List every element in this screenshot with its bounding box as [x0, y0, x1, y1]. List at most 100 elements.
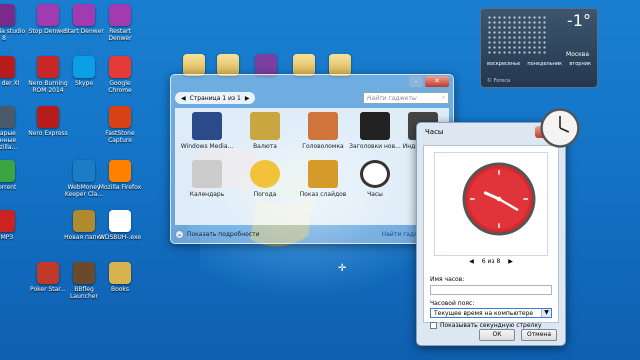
gadgets-footer: ⌄ Показать подробности Найти гаджеты в И…	[175, 227, 449, 241]
forecast-day: воскресенье	[487, 61, 521, 67]
red-clock-icon	[462, 162, 536, 236]
gadget-item[interactable]: Часы	[347, 160, 403, 198]
forecast-day: вторник	[569, 61, 591, 67]
prev-page-icon[interactable]: ◀	[181, 95, 186, 102]
app-icon	[109, 160, 131, 182]
dialog-body: ◀ 6 из 8 ▶ Имя часов: Часовой пояс: Теку…	[423, 145, 559, 329]
desktop-icon-label: Mozilla Firefox	[98, 184, 142, 191]
cursor-icon: ✛	[338, 263, 347, 274]
seconds-hand-label: Показывать секундную стрелку	[440, 322, 542, 329]
gadget-label: Календарь	[189, 191, 225, 198]
gadget-item[interactable]: Погода	[237, 160, 293, 198]
gadget-item[interactable]: Показ слайдов	[295, 160, 351, 198]
app-icon	[109, 4, 131, 26]
app-icon	[109, 210, 131, 232]
app-icon	[37, 106, 59, 128]
desktop-icon-label: FastStone Capture	[105, 130, 135, 144]
desktop-icon[interactable]: Restart Denwer	[98, 4, 142, 42]
timezone-label: Часовой пояс:	[430, 300, 475, 307]
next-page-icon[interactable]: ▶	[245, 95, 250, 102]
gadgets-window: – ✕ ◀ Страница 1 из 1 ▶ Найти гаджеты ⌕ …	[170, 74, 454, 244]
app-icon	[73, 210, 95, 232]
app-icon	[0, 210, 15, 232]
app-icon	[0, 56, 15, 78]
timezone-value: Текущее время на компьютере	[434, 310, 534, 317]
search-icon: ⌕	[441, 94, 445, 101]
desktop-icon[interactable]: Nero Express	[26, 106, 70, 137]
app-icon	[37, 262, 59, 284]
show-details-link[interactable]: Показать подробности	[187, 231, 260, 238]
gadgets-panel: Windows Media... Валюта Головоломка Заголов…	[175, 108, 449, 225]
clock-name-input[interactable]	[430, 285, 552, 295]
clock-style-pager: ◀ 6 из 8 ▶	[424, 258, 558, 265]
timezone-select[interactable]: Текущее время на компьютере ▼	[430, 308, 552, 318]
chevron-down-icon[interactable]: ▼	[541, 309, 551, 317]
gadget-icon	[192, 112, 222, 140]
desktop-icon[interactable]: FastStone Capture	[98, 106, 142, 144]
folder-icon	[329, 54, 351, 76]
desktop-icon-label: Google Chrome	[108, 80, 132, 94]
weather-provider[interactable]: © Foreca	[487, 78, 510, 84]
weather-city: Москва	[566, 51, 589, 58]
desktop-icon[interactable]: Старые данные Mozilla...	[0, 106, 26, 151]
folder-icon	[293, 54, 315, 76]
desktop-icon-label: Старые данные Mozilla...	[0, 130, 18, 151]
gadget-label: Валюта	[253, 143, 277, 150]
gadget-label: Показ слайдов	[299, 191, 347, 198]
gadget-item[interactable]: Валюта	[237, 112, 293, 150]
desktop-icon[interactable]: Books	[98, 262, 142, 293]
clock-preview	[434, 152, 548, 256]
ok-button[interactable]: ОК	[479, 329, 515, 341]
gadget-item[interactable]: Головоломка	[295, 112, 351, 150]
search-placeholder: Найти гаджеты	[367, 94, 417, 102]
prev-style-icon[interactable]: ◀	[469, 258, 474, 265]
gadget-icon	[308, 112, 338, 140]
next-style-icon[interactable]: ▶	[508, 258, 513, 265]
weather-forecast: воскресенье понедельник вторник	[487, 61, 591, 67]
cancel-button[interactable]: Отмена	[521, 329, 557, 341]
dialog-title: Часы	[425, 128, 444, 136]
snow-weather-icon	[487, 15, 547, 55]
close-button[interactable]: ✕	[425, 76, 449, 87]
gadget-label: Windows Media...	[180, 143, 234, 150]
desktop-icon-label: Restart Denwer	[108, 28, 132, 42]
app-icon	[73, 160, 95, 182]
gadget-icon	[360, 160, 390, 188]
minimize-button[interactable]: –	[409, 76, 423, 87]
desktop-icon[interactable]: WDSBUH-.exe	[98, 210, 142, 241]
desktop-icon[interactable]: obe der XI	[0, 56, 26, 87]
desktop-icon-label: obe der XI	[0, 80, 20, 87]
page-navigator: ◀ Страница 1 из 1 ▶	[175, 92, 256, 104]
desktop-icon[interactable]: antasia studio 8	[0, 4, 26, 42]
app-icon	[0, 4, 15, 26]
chevron-down-icon[interactable]: ⌄	[175, 229, 184, 239]
desktop-icon-label: Books	[110, 286, 130, 293]
app-icon	[73, 4, 95, 26]
desktop-icon-label: uTorrent	[0, 184, 17, 191]
page-label: Страница 1 из 1	[189, 94, 241, 102]
desktop-icon[interactable]: AIMP3	[0, 210, 26, 241]
window-titlebar: – ✕	[171, 75, 453, 89]
desktop-icon-label: WDSBUH-.exe	[98, 234, 142, 241]
seconds-hand-checkbox[interactable]: Показывать секундную стрелку	[430, 322, 542, 329]
gadget-label: Погода	[253, 191, 277, 198]
archive-icon	[255, 54, 277, 76]
gadget-label: Часы	[367, 191, 383, 198]
desktop-icon[interactable]: uTorrent	[0, 160, 26, 191]
clock-name-label: Имя часов:	[430, 276, 465, 283]
checkbox-box[interactable]	[430, 322, 437, 329]
app-icon	[109, 106, 131, 128]
weather-gadget[interactable]: -1° Москва воскресенье понедельник вторн…	[480, 8, 598, 88]
app-icon	[109, 56, 131, 78]
desktop-icon[interactable]: Mozilla Firefox	[98, 160, 142, 191]
app-icon	[0, 160, 15, 182]
forecast-day: понедельник	[527, 61, 563, 67]
gadget-item[interactable]: Windows Media...	[179, 112, 235, 150]
gadget-icon	[250, 160, 280, 188]
desktop-icon[interactable]: Google Chrome	[98, 56, 142, 94]
gadget-item[interactable]: Календарь	[179, 160, 235, 198]
app-icon	[109, 262, 131, 284]
weather-temperature: -1°	[567, 11, 591, 30]
clock-gadget-icon[interactable]	[540, 108, 580, 148]
gadget-search-input[interactable]: Найти гаджеты ⌕	[363, 92, 449, 104]
